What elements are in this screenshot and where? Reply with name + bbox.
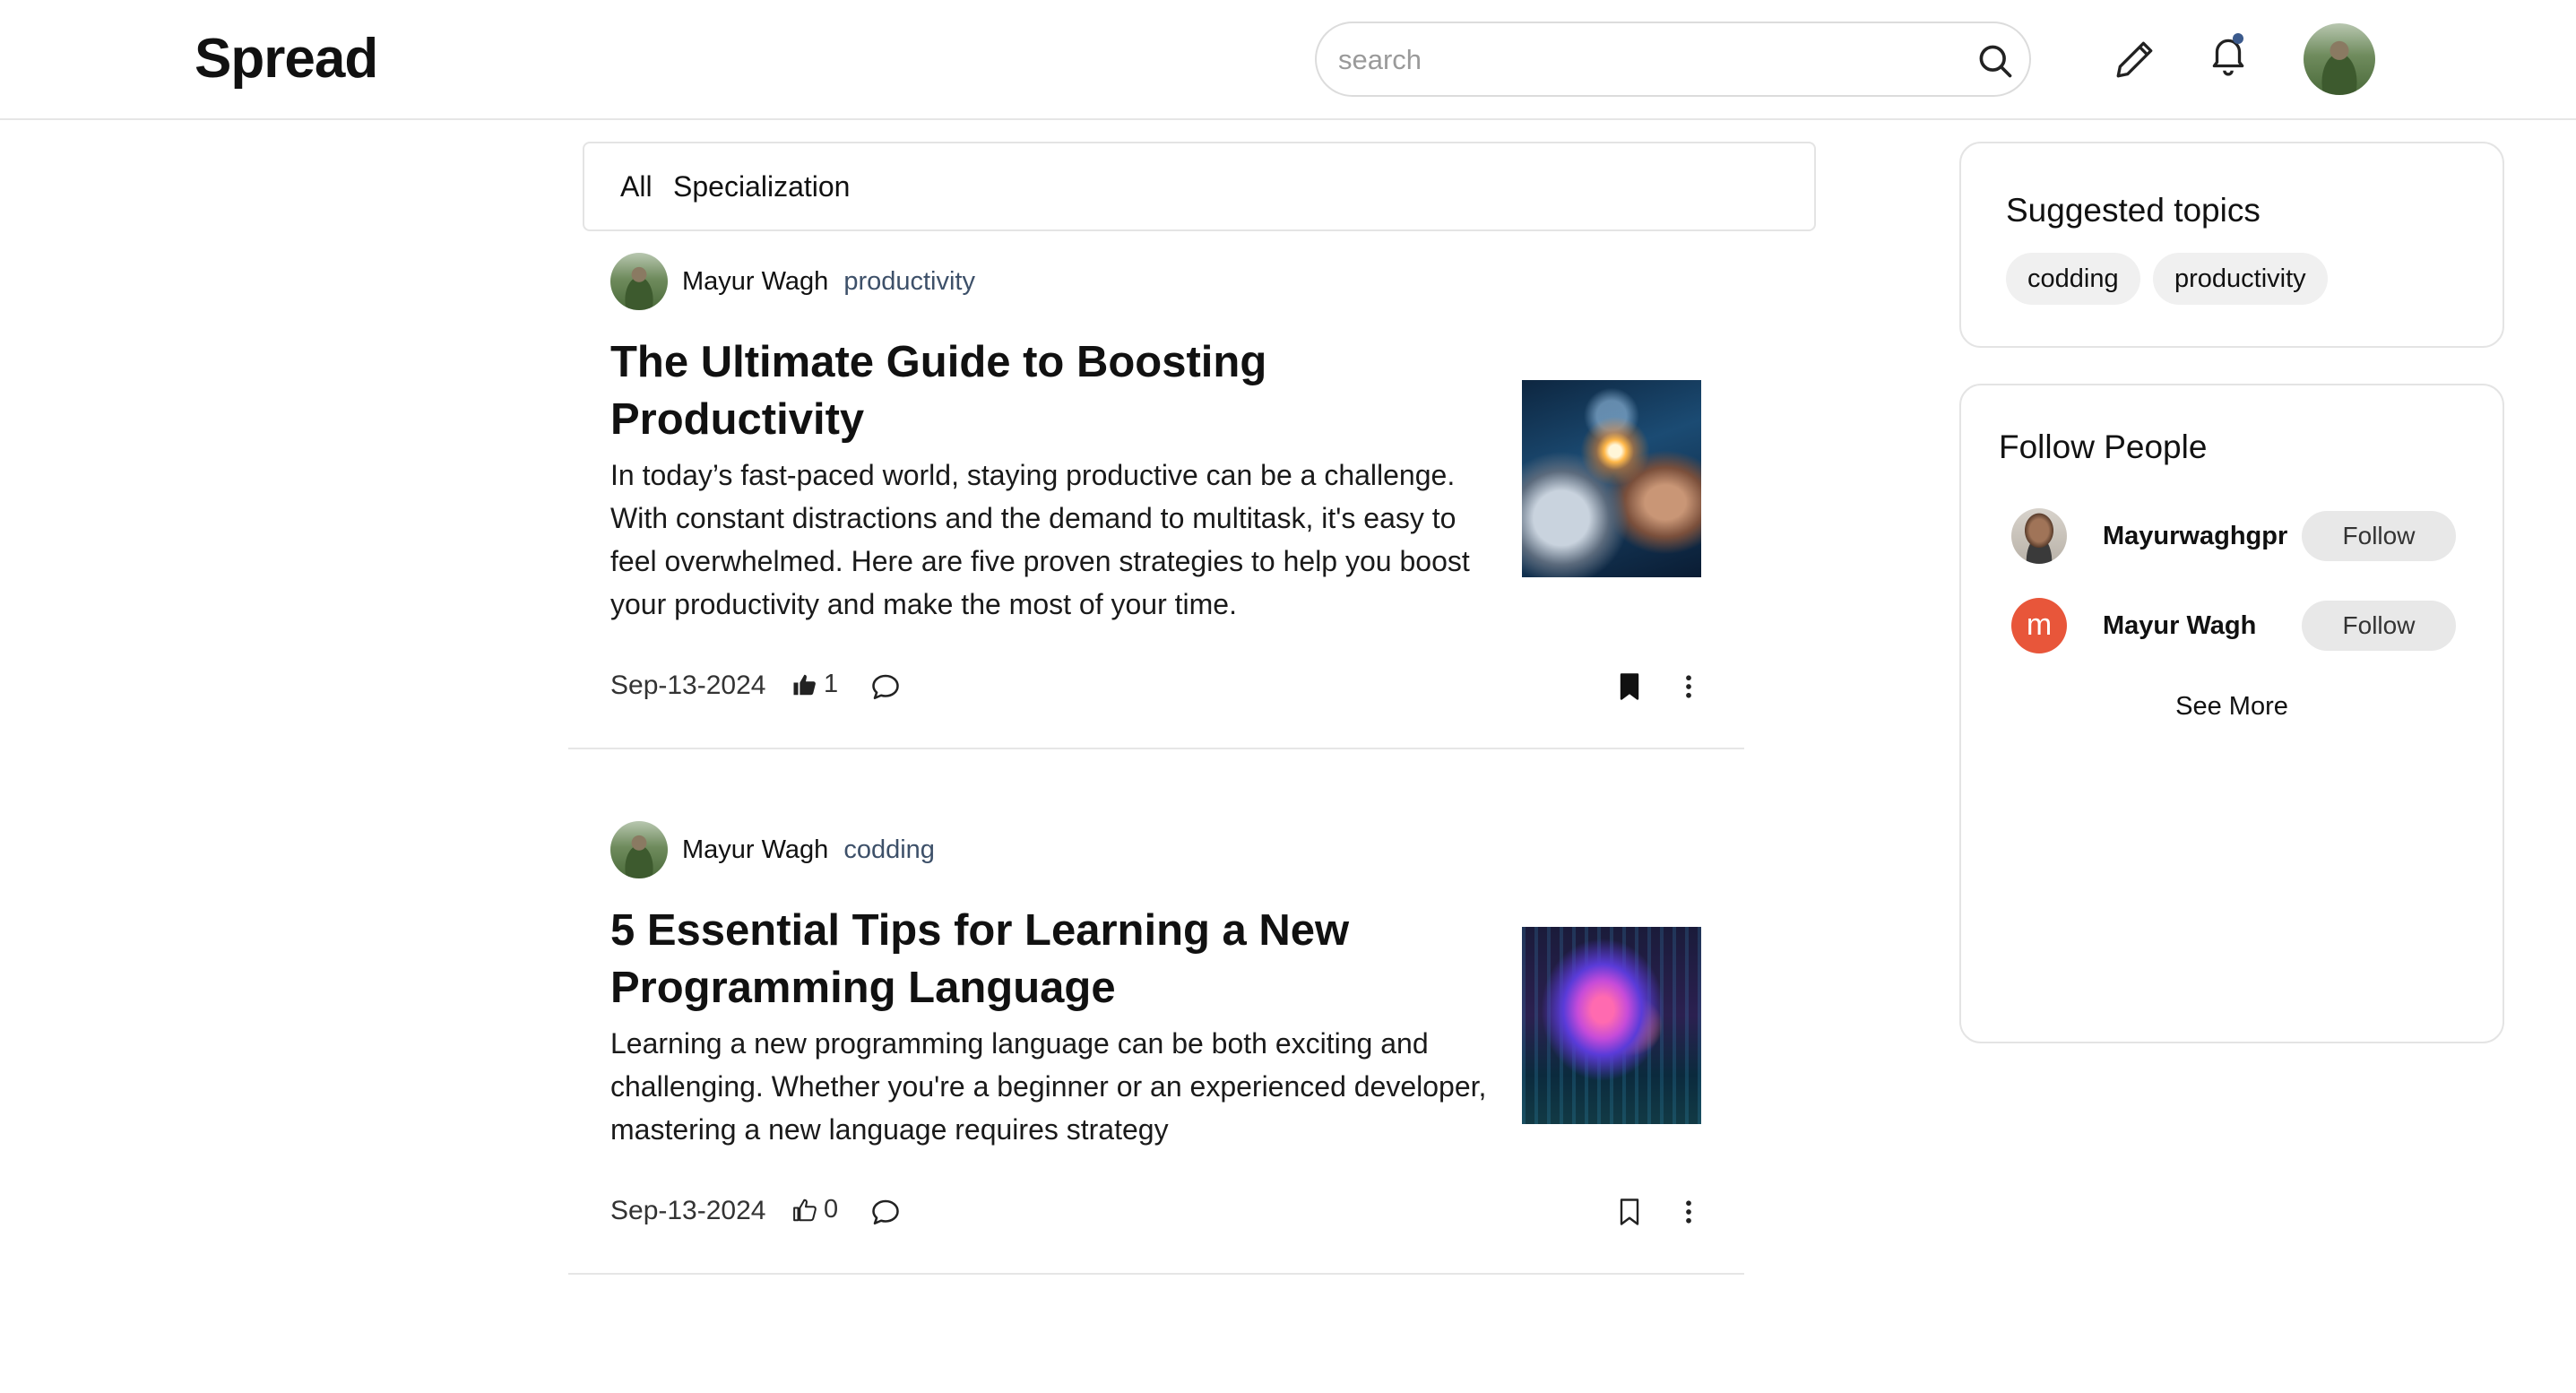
feed-filter-bar: All Specialization (583, 142, 1816, 231)
topic-chip-codding[interactable]: codding (2006, 253, 2140, 305)
suggested-topics-title: Suggested topics (2006, 192, 2260, 229)
follow-people-title: Follow People (1999, 428, 2208, 465)
thumbs-up-outline-icon (793, 1198, 817, 1221)
like-button[interactable]: 0 (791, 1195, 838, 1224)
follow-suggestion-row: m Mayur Wagh Follow (2011, 597, 2459, 654)
post-date: Sep-13-2024 (610, 671, 766, 700)
post-title[interactable]: The Ultimate Guide to Boosting Productiv… (610, 333, 1489, 448)
like-button[interactable]: 1 (791, 670, 838, 699)
search-bar[interactable] (1315, 22, 2031, 97)
post-card[interactable]: Mayur Wagh productivity The Ultimate Gui… (568, 242, 1744, 749)
post-thumbnail[interactable] (1522, 927, 1701, 1124)
user-avatar[interactable] (2304, 23, 2375, 95)
see-more-link[interactable]: See More (1961, 692, 2503, 722)
like-count: 0 (824, 1195, 839, 1224)
filter-specialization[interactable]: Specialization (673, 170, 850, 203)
more-options-icon[interactable] (1673, 671, 1705, 703)
person-avatar[interactable] (2011, 508, 2067, 564)
suggested-topics-panel: Suggested topics codding productivity (1959, 142, 2504, 348)
follow-people-panel: Follow People Mayurwaghgpr Follow m Mayu… (1959, 384, 2504, 1043)
post-topic[interactable]: codding (843, 835, 935, 865)
person-name[interactable]: Mayur Wagh (2103, 611, 2302, 641)
follow-button[interactable]: Follow (2302, 601, 2456, 651)
author-avatar[interactable] (610, 821, 668, 878)
author-name[interactable]: Mayur Wagh (682, 835, 828, 865)
comment-icon[interactable] (869, 671, 902, 703)
post-excerpt: Learning a new programming language can … (610, 1027, 1487, 1146)
comment-icon[interactable] (869, 1196, 902, 1228)
post-thumbnail[interactable] (1522, 380, 1701, 577)
like-count: 1 (824, 670, 839, 698)
author-name[interactable]: Mayur Wagh (682, 267, 828, 297)
author-avatar[interactable] (610, 253, 668, 310)
thumbs-up-filled-icon (793, 674, 816, 695)
search-input[interactable] (1338, 38, 1930, 82)
bookmark-outline-icon[interactable] (1613, 1196, 1646, 1228)
search-icon[interactable] (1975, 41, 2015, 81)
notification-dot (2233, 33, 2243, 44)
person-avatar[interactable]: m (2011, 598, 2067, 653)
post-date: Sep-13-2024 (610, 1196, 766, 1225)
post-author-row: Mayur Wagh codding (610, 821, 935, 878)
more-options-icon[interactable] (1673, 1196, 1705, 1228)
pen-icon[interactable] (2113, 37, 2157, 82)
post-excerpt: In today’s fast-paced world, staying pro… (610, 459, 1470, 620)
filter-all[interactable]: All (620, 170, 653, 203)
follow-button[interactable]: Follow (2302, 511, 2456, 561)
app-logo[interactable]: Spread (194, 27, 378, 91)
follow-suggestion-row: Mayurwaghgpr Follow (2011, 507, 2459, 565)
topic-chip-productivity[interactable]: productivity (2153, 253, 2328, 305)
person-name[interactable]: Mayurwaghgpr (2103, 522, 2302, 551)
bookmark-filled-icon[interactable] (1613, 671, 1646, 703)
post-author-row: Mayur Wagh productivity (610, 253, 975, 310)
post-card[interactable]: Mayur Wagh codding 5 Essential Tips for … (568, 810, 1744, 1275)
top-header: Spread (0, 0, 2576, 120)
post-title[interactable]: 5 Essential Tips for Learning a New Prog… (610, 902, 1489, 1017)
post-topic[interactable]: productivity (843, 267, 975, 297)
bell-icon[interactable] (2206, 32, 2251, 77)
